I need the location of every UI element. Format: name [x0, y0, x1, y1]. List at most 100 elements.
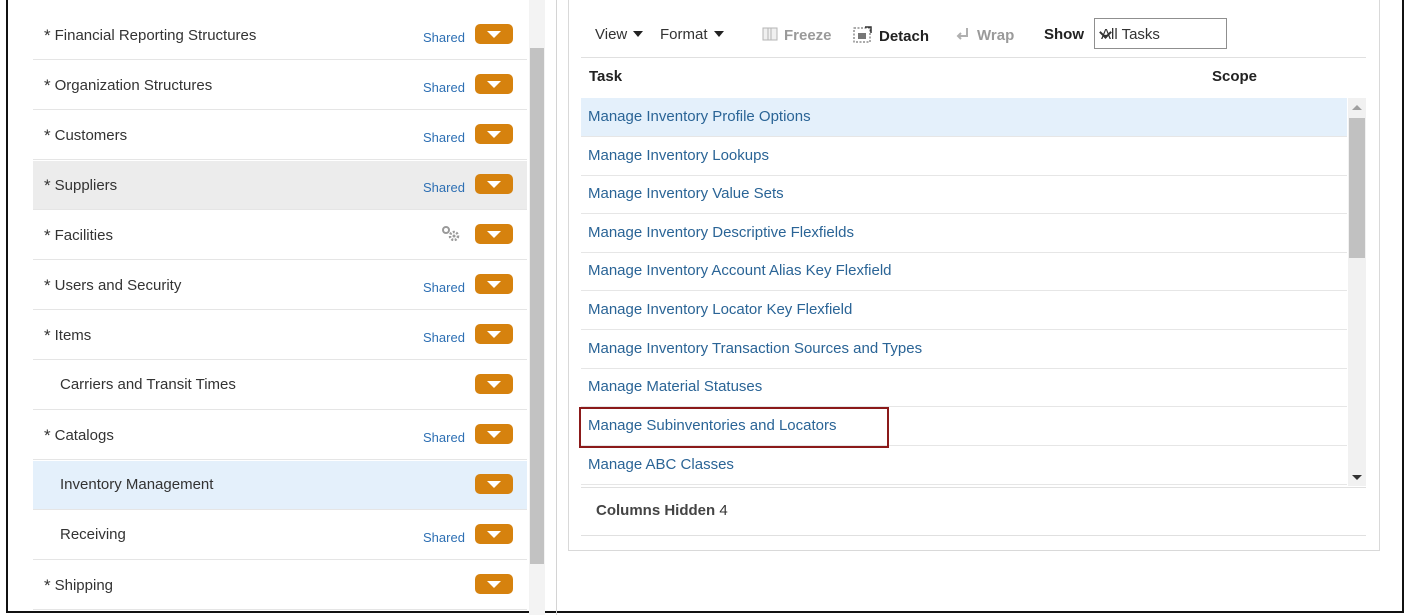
footer-divider: [581, 487, 1366, 488]
actions-dropdown-button[interactable]: [475, 324, 513, 344]
required-marker: *: [44, 576, 51, 595]
functional-area-row[interactable]: * Users and Security Shared: [33, 261, 527, 310]
required-marker: *: [44, 326, 51, 345]
task-link[interactable]: Manage Inventory Lookups: [588, 147, 769, 164]
required-marker: *: [44, 26, 51, 45]
task-table: Manage Inventory Profile Options Manage …: [581, 98, 1347, 486]
task-link[interactable]: Manage Subinventories and Locators: [588, 417, 837, 434]
table-row[interactable]: Manage Inventory Value Sets: [581, 175, 1347, 214]
task-link[interactable]: Manage Inventory Descriptive Flexfields: [588, 224, 854, 241]
scroll-down-arrow-icon[interactable]: [1352, 475, 1362, 480]
functional-area-name: Inventory Management: [60, 476, 214, 493]
functional-area-row[interactable]: * Suppliers Shared: [33, 161, 527, 210]
functional-area-name: * Suppliers: [44, 176, 118, 195]
functional-area-name: * Catalogs: [44, 426, 114, 445]
column-header-task[interactable]: Task: [589, 68, 622, 85]
task-link[interactable]: Manage ABC Classes: [588, 456, 734, 473]
format-menu[interactable]: Format: [660, 26, 724, 43]
functional-area-row[interactable]: * Items Shared: [33, 311, 527, 360]
actions-dropdown-button[interactable]: [475, 124, 513, 144]
actions-dropdown-button[interactable]: [475, 74, 513, 94]
table-row[interactable]: Manage Inventory Locator Key Flexfield: [581, 291, 1347, 330]
footer-divider: [581, 535, 1366, 536]
scrollbar-thumb[interactable]: [1349, 118, 1365, 258]
functional-area-row[interactable]: * Customers Shared: [33, 111, 527, 160]
freeze-icon: [762, 27, 778, 41]
functional-area-row[interactable]: * Shipping: [33, 561, 527, 610]
functional-area-name: * Shipping: [44, 576, 114, 595]
functional-area-row[interactable]: Carriers and Transit Times: [33, 361, 527, 410]
gears-icon: [442, 226, 460, 242]
functional-area-name: * Financial Reporting Structures: [44, 26, 257, 45]
scrollbar-thumb[interactable]: [530, 48, 544, 564]
shared-label: Shared: [423, 80, 465, 95]
actions-dropdown-button[interactable]: [475, 574, 513, 594]
table-row[interactable]: Manage Subinventories and Locators: [581, 407, 1347, 446]
wrap-button[interactable]: Wrap: [955, 26, 1014, 44]
functional-area-name: Receiving: [60, 526, 126, 543]
actions-dropdown-button[interactable]: [475, 24, 513, 44]
caret-down-icon: [633, 31, 644, 37]
functional-area-name: * Items: [44, 326, 92, 345]
functional-area-name: * Customers: [44, 126, 128, 145]
required-marker: *: [44, 276, 51, 295]
functional-area-name: * Users and Security: [44, 276, 182, 295]
task-link[interactable]: Manage Inventory Transaction Sources and…: [588, 340, 922, 357]
wrap-icon: [956, 28, 968, 40]
actions-dropdown-button[interactable]: [475, 274, 513, 294]
task-link[interactable]: Manage Inventory Profile Options: [588, 108, 811, 125]
shared-label: Shared: [423, 280, 465, 295]
functional-area-name: * Facilities: [44, 226, 113, 245]
task-link[interactable]: Manage Material Statuses: [588, 378, 762, 395]
columns-hidden-status: Columns Hidden 4: [596, 502, 728, 519]
scroll-up-arrow-icon[interactable]: [1352, 105, 1362, 110]
table-row[interactable]: Manage Material Statuses: [581, 368, 1347, 407]
columns-hidden-count: 4: [719, 502, 728, 519]
actions-dropdown-button[interactable]: [475, 474, 513, 494]
shared-label: Shared: [423, 430, 465, 445]
required-marker: *: [44, 426, 51, 445]
shared-label: Shared: [423, 180, 465, 195]
shared-label: Shared: [423, 130, 465, 145]
functional-area-row[interactable]: Receiving Shared: [33, 511, 527, 560]
required-marker: *: [44, 176, 51, 195]
show-select[interactable]: All Tasks: [1094, 18, 1227, 49]
columns-hidden-label: Columns Hidden: [596, 502, 716, 519]
functional-area-name: Carriers and Transit Times: [60, 376, 236, 393]
functional-area-row[interactable]: * Catalogs Shared: [33, 411, 527, 460]
detach-button[interactable]: Detach: [853, 26, 929, 45]
view-menu[interactable]: View: [595, 26, 644, 43]
functional-areas-list: * Financial Reporting Structures Shared *…: [33, 11, 527, 615]
table-row[interactable]: Manage ABC Classes: [581, 446, 1347, 485]
functional-area-row[interactable]: * Organization Structures Shared: [33, 61, 527, 110]
functional-area-row[interactable]: * Facilities: [33, 211, 527, 260]
task-link[interactable]: Manage Inventory Locator Key Flexfield: [588, 301, 852, 318]
task-link[interactable]: Manage Inventory Account Alias Key Flexf…: [588, 262, 892, 279]
header-divider: [581, 57, 1366, 58]
functional-area-row[interactable]: Inventory Management: [33, 461, 527, 510]
required-marker: *: [44, 76, 51, 95]
table-row[interactable]: Manage Inventory Profile Options: [581, 98, 1347, 137]
freeze-button[interactable]: Freeze: [762, 26, 832, 44]
table-scrollbar[interactable]: [1348, 98, 1366, 486]
task-link[interactable]: Manage Inventory Value Sets: [588, 185, 784, 202]
table-row[interactable]: Manage Inventory Descriptive Flexfields: [581, 214, 1347, 253]
actions-dropdown-button[interactable]: [475, 174, 513, 194]
actions-dropdown-button[interactable]: [475, 524, 513, 544]
actions-dropdown-button[interactable]: [475, 424, 513, 444]
table-row[interactable]: Manage Inventory Lookups: [581, 137, 1347, 176]
functional-area-row[interactable]: * Financial Reporting Structures Shared: [33, 11, 527, 60]
show-label: Show: [1044, 26, 1084, 43]
detach-icon: [853, 26, 872, 43]
actions-dropdown-button[interactable]: [475, 224, 513, 244]
column-header-scope[interactable]: Scope: [1212, 68, 1257, 85]
required-marker: *: [44, 226, 51, 245]
left-scrollbar[interactable]: [529, 0, 545, 615]
shared-label: Shared: [423, 30, 465, 45]
table-row[interactable]: Manage Inventory Account Alias Key Flexf…: [581, 252, 1347, 291]
shared-label: Shared: [423, 330, 465, 345]
table-row[interactable]: Manage Inventory Transaction Sources and…: [581, 330, 1347, 369]
panel-divider: [556, 0, 557, 615]
required-marker: *: [44, 126, 51, 145]
actions-dropdown-button[interactable]: [475, 374, 513, 394]
